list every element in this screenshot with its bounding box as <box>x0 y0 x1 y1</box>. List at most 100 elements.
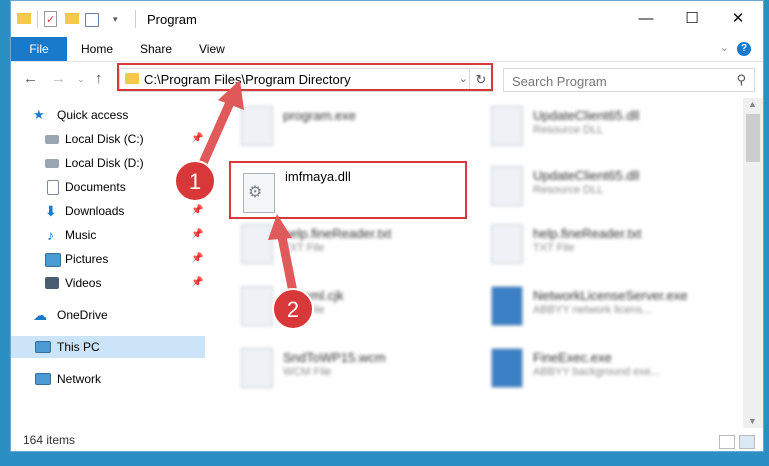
pin-icon[interactable]: 📌 <box>191 248 203 270</box>
sidebar-item-downloads[interactable]: ⬇ Downloads 📌 <box>11 200 205 222</box>
exe-file-icon <box>241 106 273 146</box>
title-bar: ✓ ▾ Program — ☐ ✕ <box>11 1 763 37</box>
cjk-file-icon <box>241 286 273 326</box>
file-list: program.exe help.fineReader.txt TXT File… <box>205 98 743 428</box>
tab-share[interactable]: Share <box>140 37 172 61</box>
search-box[interactable]: ⚲ <box>503 68 755 92</box>
view-details-icon[interactable] <box>85 10 103 28</box>
file-type: CJK File <box>283 304 325 316</box>
download-icon: ⬇ <box>45 203 57 219</box>
file-type: TXT File <box>283 242 325 254</box>
file-name: FineExec.exe <box>533 350 612 365</box>
file-item[interactable]: help.fineReader.txt TXT File <box>491 222 731 272</box>
file-name: help.fineReader.txt <box>533 226 642 241</box>
sidebar-item-music[interactable]: ♪ Music 📌 <box>11 224 205 246</box>
file-item[interactable]: UpdateClient65.dll Resource DLL <box>491 104 731 154</box>
file-item[interactable]: SndToWP15.wcm WCM File <box>241 346 481 396</box>
sidebar-item-quick-access[interactable]: ★ Quick access <box>11 104 205 126</box>
sidebar-item-local-disk-c[interactable]: Local Disk (C:) 📌 <box>11 128 205 150</box>
sidebar-item-pictures[interactable]: Pictures 📌 <box>11 248 205 270</box>
chevron-down-icon[interactable]: ⌄ <box>720 41 729 54</box>
search-input[interactable] <box>510 71 714 91</box>
back-arrow-icon[interactable]: ← <box>23 70 38 87</box>
tab-home[interactable]: Home <box>81 37 113 61</box>
pin-icon[interactable]: 📌 <box>191 224 203 246</box>
file-item[interactable]: ksTxml.cjk CJK File <box>241 284 481 334</box>
recent-locations-icon[interactable]: ⌄ <box>77 74 85 85</box>
file-item[interactable]: help.fineReader.txt TXT File <box>241 222 481 272</box>
maximize-button[interactable]: ☐ <box>669 1 715 37</box>
file-item[interactable]: program.exe <box>241 104 481 154</box>
sidebar-item-label: Pictures <box>65 252 109 266</box>
address-highlight-box <box>117 63 493 91</box>
sidebar-item-label: Downloads <box>65 204 125 218</box>
sidebar-item-label: OneDrive <box>57 308 108 322</box>
sidebar-item-label: Local Disk (C:) <box>65 132 144 146</box>
up-arrow-icon[interactable]: ↑ <box>95 70 103 87</box>
sidebar-item-local-disk-d[interactable]: Local Disk (D:) <box>11 152 205 174</box>
computer-icon <box>35 341 51 353</box>
sidebar-item-onedrive[interactable]: ☁ OneDrive <box>11 304 205 326</box>
toolbar-divider <box>37 10 38 28</box>
txt-file-icon <box>241 224 273 264</box>
title-divider <box>135 10 136 28</box>
file-type: WCM File <box>283 366 332 378</box>
file-name: program.exe <box>283 108 356 123</box>
file-item[interactable]: NetworkLicenseServer.exe ABBYY network l… <box>491 284 731 334</box>
scroll-up-icon[interactable]: ▲ <box>748 99 757 109</box>
close-button[interactable]: ✕ <box>715 1 761 37</box>
pin-icon[interactable]: 📌 <box>191 200 203 222</box>
pictures-icon <box>45 253 61 267</box>
dll-file-icon <box>491 106 523 146</box>
forward-arrow-icon[interactable]: → <box>51 70 66 87</box>
search-icon[interactable]: ⚲ <box>736 72 746 88</box>
new-folder-icon[interactable] <box>65 10 81 28</box>
wcm-file-icon <box>241 348 273 388</box>
file-highlight-box <box>229 161 467 219</box>
pin-icon[interactable]: 📌 <box>191 128 203 150</box>
tab-file[interactable]: File <box>11 37 67 61</box>
large-icons-view-icon[interactable] <box>739 435 755 449</box>
documents-icon <box>47 180 59 195</box>
file-item[interactable]: FineExec.exe ABBYY background exe... <box>491 346 731 396</box>
file-name: NetworkLicenseServer.exe <box>533 288 688 303</box>
pin-icon[interactable]: 📌 <box>191 272 203 294</box>
status-bar: 164 items <box>11 429 763 451</box>
txt-file-icon <box>491 224 523 264</box>
sidebar-item-documents[interactable]: Documents 📌 <box>11 176 205 198</box>
dll-file-icon <box>491 166 523 206</box>
file-name: UpdateClient65.dll <box>533 108 640 123</box>
window-title: Program <box>147 12 197 27</box>
music-icon: ♪ <box>47 227 54 243</box>
help-icon[interactable]: ? <box>737 42 751 56</box>
file-item[interactable]: UpdateClient65.dll Resource DLL <box>491 164 731 214</box>
scroll-down-icon[interactable]: ▼ <box>748 416 757 426</box>
scrollbar-thumb[interactable] <box>746 114 760 162</box>
customize-toolbar-icon[interactable]: ▾ <box>113 10 123 28</box>
file-name: UpdateClient65.dll <box>533 168 640 183</box>
pin-icon[interactable]: 📌 <box>191 176 203 198</box>
file-name: ksTxml.cjk <box>283 288 344 303</box>
sidebar-item-label: Documents <box>65 180 126 194</box>
properties-icon[interactable]: ✓ <box>43 10 59 28</box>
sidebar-item-label: Music <box>65 228 97 242</box>
details-view-icon[interactable] <box>719 435 735 449</box>
tab-view[interactable]: View <box>199 37 225 61</box>
sidebar-item-network[interactable]: Network <box>11 368 205 390</box>
folder-icon[interactable] <box>17 10 33 28</box>
sidebar-item-label: Videos <box>65 276 102 290</box>
close-icon: ✕ <box>731 10 745 27</box>
sidebar-item-this-pc[interactable]: This PC <box>11 336 205 358</box>
drive-icon <box>45 135 59 144</box>
file-type: TXT File <box>533 242 575 254</box>
sidebar-item-label: Quick access <box>57 108 129 122</box>
sidebar-item-videos[interactable]: Videos 📌 <box>11 272 205 294</box>
vertical-scrollbar[interactable]: ▲ ▼ <box>743 98 763 428</box>
videos-icon <box>45 277 59 289</box>
minimize-button[interactable]: — <box>623 1 669 37</box>
maximize-icon: ☐ <box>685 10 699 27</box>
file-name: SndToWP15.wcm <box>283 350 386 365</box>
exe-file-icon <box>491 348 523 388</box>
star-icon: ★ <box>33 107 45 122</box>
file-type: Resource DLL <box>533 184 604 196</box>
